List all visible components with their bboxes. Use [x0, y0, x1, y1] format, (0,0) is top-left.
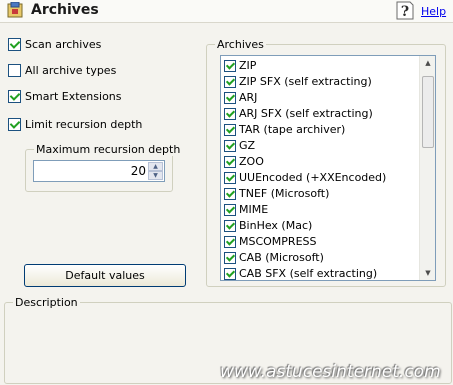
- list-item[interactable]: GZ: [224, 138, 255, 153]
- archive-checkbox[interactable]: [224, 235, 236, 248]
- archive-checkbox[interactable]: [224, 75, 236, 88]
- archive-checkbox[interactable]: [224, 219, 236, 232]
- list-item[interactable]: ZIP: [224, 58, 256, 73]
- archives-scrollbar[interactable]: ▲ ▼: [419, 56, 435, 280]
- list-item[interactable]: MIME: [224, 202, 268, 217]
- scroll-down-icon[interactable]: ▼: [420, 266, 435, 280]
- archive-label: BinHex (Mac): [239, 219, 313, 232]
- scan-archives-checkbox[interactable]: [8, 37, 21, 51]
- archive-label: ARJ SFX (self extracting): [239, 107, 373, 120]
- list-item[interactable]: TNEF (Microsoft): [224, 186, 329, 201]
- archive-checkbox[interactable]: [224, 187, 236, 200]
- archive-checkbox[interactable]: [224, 267, 236, 280]
- archive-label: ZOO: [239, 155, 264, 168]
- list-item[interactable]: ZOO: [224, 154, 264, 169]
- archive-label: TAR (tape archiver): [239, 123, 346, 136]
- smart-extensions-checkbox[interactable]: [8, 89, 21, 103]
- archive-label: GZ: [239, 139, 256, 152]
- archives-list[interactable]: ZIP ZIP SFX (self extracting) ARJ ARJ SF…: [220, 55, 436, 281]
- header-bar: Archives ? Help: [0, 0, 453, 23]
- archive-checkbox[interactable]: [224, 203, 236, 216]
- recursion-depth-legend: Maximum recursion depth: [34, 143, 183, 156]
- list-item[interactable]: MSCOMPRESS: [224, 234, 317, 249]
- scroll-up-icon[interactable]: ▲: [420, 56, 435, 70]
- archive-label: CAB (Microsoft): [239, 251, 324, 264]
- help-link[interactable]: Help: [421, 5, 446, 18]
- option-smart-extensions[interactable]: Smart Extensions: [8, 89, 122, 103]
- watermark: www.astucesinternet.com: [220, 362, 441, 382]
- archive-checkbox[interactable]: [224, 123, 236, 136]
- archive-label: TNEF (Microsoft): [239, 187, 330, 200]
- option-label: Smart Extensions: [25, 89, 122, 103]
- option-label: Scan archives: [25, 37, 102, 51]
- option-all-archive-types[interactable]: All archive types: [8, 63, 116, 77]
- list-item[interactable]: ARJ SFX (self extracting): [224, 106, 373, 121]
- archive-checkbox[interactable]: [224, 59, 236, 72]
- list-item[interactable]: TAR (tape archiver): [224, 122, 345, 137]
- archive-label: ZIP: [239, 59, 257, 72]
- all-archive-types-checkbox[interactable]: [8, 63, 21, 77]
- list-item[interactable]: UUEncoded (+XXEncoded): [224, 170, 386, 185]
- list-item[interactable]: CAB (Microsoft): [224, 250, 324, 265]
- archive-checkbox[interactable]: [224, 91, 236, 104]
- spin-up-button[interactable]: ▲: [148, 162, 163, 171]
- spin-down-button[interactable]: ▼: [148, 171, 163, 180]
- list-item[interactable]: ZIP SFX (self extracting): [224, 74, 372, 89]
- option-label: Limit recursion depth: [25, 117, 143, 131]
- archive-label: MSCOMPRESS: [239, 235, 317, 248]
- archive-checkbox[interactable]: [224, 171, 236, 184]
- option-label: All archive types: [25, 63, 117, 77]
- archive-label: CAB SFX (self extracting): [239, 267, 378, 280]
- help-icon[interactable]: ?: [395, 0, 415, 21]
- archive-checkbox[interactable]: [224, 155, 236, 168]
- archive-app-icon: [7, 2, 23, 18]
- option-scan-archives[interactable]: Scan archives: [8, 37, 101, 51]
- default-values-button[interactable]: Default values: [24, 264, 186, 287]
- archive-label: ARJ: [239, 91, 258, 104]
- archive-label: MIME: [239, 203, 269, 216]
- archives-legend: Archives: [215, 38, 266, 51]
- list-item[interactable]: ARJ: [224, 90, 257, 105]
- page-title: Archives: [31, 2, 99, 18]
- scroll-thumb[interactable]: [422, 76, 434, 148]
- recursion-depth-spinner[interactable]: 20 ▲ ▼: [33, 160, 165, 182]
- archive-checkbox[interactable]: [224, 107, 236, 120]
- limit-recursion-checkbox[interactable]: [8, 117, 21, 131]
- svg-text:?: ?: [401, 4, 409, 20]
- option-limit-recursion-depth[interactable]: Limit recursion depth: [8, 117, 142, 131]
- recursion-depth-value[interactable]: 20: [131, 164, 146, 178]
- archive-checkbox[interactable]: [224, 251, 236, 264]
- list-item[interactable]: CAB SFX (self extracting): [224, 266, 378, 280]
- archive-checkbox[interactable]: [224, 139, 236, 152]
- archive-label: ZIP SFX (self extracting): [239, 75, 372, 88]
- list-item[interactable]: BinHex (Mac): [224, 218, 312, 233]
- description-legend: Description: [13, 296, 80, 309]
- archive-label: UUEncoded (+XXEncoded): [239, 171, 387, 184]
